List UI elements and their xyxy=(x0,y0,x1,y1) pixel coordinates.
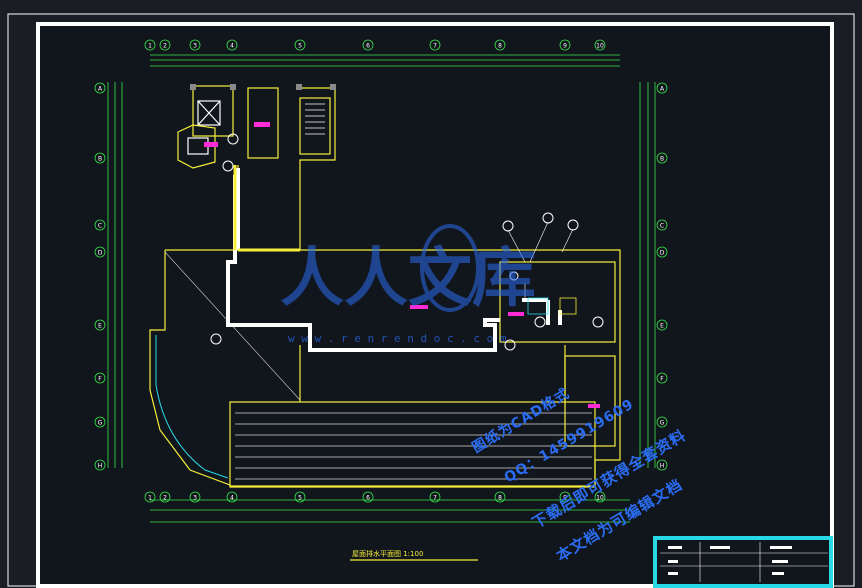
axis-label-side: B xyxy=(660,156,664,163)
drawing-title: 屋面排水平面图 1:100 xyxy=(352,549,423,558)
axis-label-top: 3 xyxy=(193,495,197,502)
axis-label-top: 8 xyxy=(498,43,502,50)
axis-label-top: 7 xyxy=(433,495,437,502)
axis-label-side: G xyxy=(660,420,665,427)
axis-label-side: F xyxy=(98,376,102,383)
axis-label-top: 1 xyxy=(148,43,152,50)
title-block xyxy=(653,536,833,588)
axis-label-side: H xyxy=(660,463,665,470)
axis-label-top: 2 xyxy=(163,495,167,502)
watermark-url: w w w . r e n r e n d o c . c o m xyxy=(288,332,507,345)
axis-label-top: 6 xyxy=(366,495,370,502)
axis-label-side: D xyxy=(98,250,103,257)
axis-label-side: E xyxy=(660,323,664,330)
axis-label-top: 8 xyxy=(498,495,502,502)
axis-label-side: D xyxy=(660,250,665,257)
axis-label-top: 3 xyxy=(193,43,197,50)
axis-label-top: 1 xyxy=(148,495,152,502)
axis-label-side: C xyxy=(660,223,664,230)
axis-label-side: C xyxy=(98,223,102,230)
axis-label-side: H xyxy=(98,463,103,470)
axis-label-top: 6 xyxy=(366,43,370,50)
axis-label-top: 2 xyxy=(163,43,167,50)
axis-label-side: B xyxy=(98,156,102,163)
axis-label-top: 9 xyxy=(563,43,567,50)
cad-viewport[interactable]: 1122334455667788991010A AB BC CD DE EF FG GH H xyxy=(0,0,862,588)
svg-text:人人文库: 人人文库 xyxy=(280,241,536,316)
axis-label-top: 5 xyxy=(298,495,302,502)
axis-label-side: F xyxy=(660,376,664,383)
axis-label-top: 4 xyxy=(230,495,234,502)
axis-label-top: 4 xyxy=(230,43,234,50)
axis-label-top: 5 xyxy=(298,43,302,50)
axis-label-side: G xyxy=(98,420,103,427)
axis-label-top: 7 xyxy=(433,43,437,50)
axis-label-side: E xyxy=(98,323,102,330)
axis-label-top: 10 xyxy=(596,43,604,50)
